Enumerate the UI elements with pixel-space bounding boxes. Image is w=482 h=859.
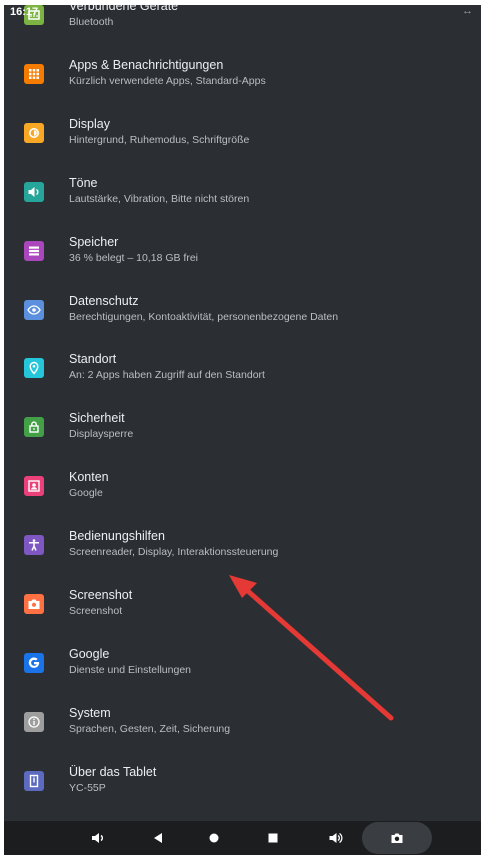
settings-item[interactable]: Töne Lautstärke, Vibration, Bitte nicht s… xyxy=(4,160,481,219)
google-g-icon xyxy=(24,652,44,673)
settings-item[interactable]: Google Dienste und Einstellungen xyxy=(4,631,481,690)
settings-item-title: Datenschutz xyxy=(69,293,139,308)
settings-item[interactable]: Sicherheit Displaysperre xyxy=(4,395,481,454)
settings-item[interactable]: Konten Google xyxy=(4,454,481,513)
status-bar: 16:17 ↔ xyxy=(4,5,481,21)
screenshot-camera-icon[interactable] xyxy=(385,821,409,855)
settings-item-subtitle: An: 2 Apps haben Zugriff auf den Standor… xyxy=(69,369,265,382)
settings-item[interactable]: Speicher 36 % belegt – 10,18 GB frei xyxy=(4,219,481,278)
settings-item-title: Display xyxy=(69,116,110,131)
settings-item-subtitle: Berechtigungen, Kontoaktivität, personen… xyxy=(69,310,339,323)
settings-item[interactable]: Über das Tablet YC-55P xyxy=(4,749,481,808)
settings-item-subtitle: Lautstärke, Vibration, Bitte nicht störe… xyxy=(69,192,250,205)
settings-screen: Verbundene Geräte Bluetooth Apps & Benachr… xyxy=(4,5,481,855)
settings-item-title: Apps & Benachrichtigungen xyxy=(69,57,224,72)
settings-item-subtitle: Screenreader, Display, Interaktionssteue… xyxy=(69,546,279,559)
tablet-icon xyxy=(24,770,44,791)
apps-grid-icon xyxy=(24,63,44,84)
settings-item-title: Konten xyxy=(69,470,109,485)
settings-item-title: Google xyxy=(69,646,110,661)
settings-item-title: Screenshot xyxy=(69,588,133,602)
settings-item-title: Töne xyxy=(69,175,98,190)
settings-item-title: Standort xyxy=(69,352,117,367)
settings-item-subtitle: YC-55P xyxy=(69,781,106,794)
settings-item-subtitle: 36 % belegt – 10,18 GB frei xyxy=(69,251,198,264)
camera-icon xyxy=(24,594,44,614)
settings-item-title: System xyxy=(69,705,111,720)
info-icon xyxy=(24,711,44,732)
settings-item-subtitle: Kürzlich verwendete Apps, Standard-Apps xyxy=(69,74,266,87)
volume-down-icon[interactable] xyxy=(86,821,110,855)
settings-item[interactable]: Standort An: 2 Apps haben Zugriff auf den… xyxy=(4,336,481,395)
rotate-icon: ↔ xyxy=(462,5,473,17)
settings-item[interactable]: System Sprachen, Gesten, Zeit, Sicherung xyxy=(4,690,481,749)
privacy-eye-icon xyxy=(24,299,44,320)
brightness-icon xyxy=(24,122,44,143)
back-icon[interactable] xyxy=(146,821,170,855)
volume-up-icon[interactable] xyxy=(324,821,348,855)
recents-icon[interactable] xyxy=(261,821,285,855)
settings-item[interactable]: Bedienungshilfen Screenreader, Display, I… xyxy=(4,513,481,572)
settings-item[interactable]: Apps & Benachrichtigungen Kürzlich verwen… xyxy=(4,42,481,101)
settings-item-title: Sicherheit xyxy=(69,411,125,426)
settings-item-title: Bedienungshilfen xyxy=(69,529,165,544)
settings-item-subtitle: Screenshot xyxy=(69,605,123,617)
location-pin-icon xyxy=(24,358,44,379)
settings-item[interactable]: Display Hintergrund, Ruhemodus, Schriftgr… xyxy=(4,101,481,160)
settings-item-subtitle: Google xyxy=(69,487,103,500)
settings-item-subtitle: Displaysperre xyxy=(69,428,134,441)
settings-item-subtitle: Sprachen, Gesten, Zeit, Sicherung xyxy=(69,722,231,735)
accessibility-icon xyxy=(24,535,44,556)
status-time: 16:17 xyxy=(10,6,39,18)
lock-icon xyxy=(24,417,44,438)
storage-icon xyxy=(24,240,44,261)
volume-icon xyxy=(24,181,44,202)
settings-item-subtitle: Dienste und Einstellungen xyxy=(69,663,192,676)
account-icon xyxy=(24,476,44,497)
settings-item-title: Speicher xyxy=(69,234,119,249)
settings-item[interactable]: Screenshot Screenshot xyxy=(4,572,481,631)
settings-item[interactable]: Datenschutz Berechtigungen, Kontoaktivitä… xyxy=(4,278,481,337)
navigation-bar xyxy=(4,821,481,855)
home-icon[interactable] xyxy=(202,821,226,855)
settings-item-subtitle: Hintergrund, Ruhemodus, Schriftgröße xyxy=(69,133,250,146)
settings-item-title: Über das Tablet xyxy=(69,764,157,779)
